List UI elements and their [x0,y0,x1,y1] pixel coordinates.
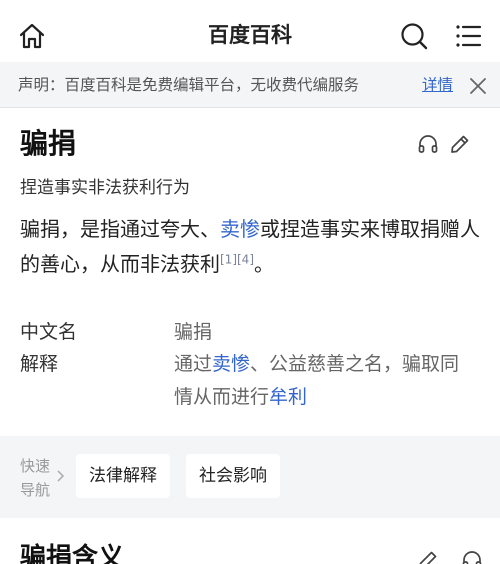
summary-text: 骗捐，是指通过夸大、 [20,217,220,241]
notice-text: 声明：百度百科是免费编辑平台，无收费代编服务 [18,76,360,94]
section-title: 骗捐含义 [20,543,125,564]
pencil-icon[interactable] [448,132,472,156]
quick-nav: 快速导航 法律解释 社会影响 [0,436,500,518]
lemma-title: 骗捐 [20,127,77,160]
info-link-maican[interactable]: 卖惨 [212,353,250,375]
info-link-mouli[interactable]: 牟利 [269,386,307,408]
reference-marker[interactable]: [1][4] [220,252,254,266]
close-icon[interactable] [466,74,490,98]
headphones-icon[interactable] [460,548,484,564]
info-key: 解释 [20,353,59,375]
quick-nav-item-legal[interactable]: 法律解释 [76,454,170,498]
info-value-text: 通过 [174,353,213,375]
summary-link-maican[interactable]: 卖惨 [220,217,260,241]
info-key: 中文名 [20,321,78,343]
info-row-explanation: 解释 通过卖惨、公益慈善之名，骗取同情从而进行牟利 [20,348,482,414]
headphones-icon[interactable] [416,132,440,156]
notice-detail-link[interactable]: 详情 [422,74,453,96]
page: 百度百科 声明：百度百科是免费编辑平台，无收费代编服务 详情 骗捐 捏造事实非法… [0,0,500,564]
notice-bar: 声明：百度百科是免费编辑平台，无收费代编服务 详情 [0,62,500,108]
lemma-summary: 骗捐，是指通过夸大、卖惨或捏造事实来博取捐赠人的善心，从而非法获利[1][4]。 [20,212,482,282]
quick-nav-label: 快速导航 [20,457,51,499]
menu-icon[interactable] [452,20,484,52]
search-icon[interactable] [398,20,430,52]
chevron-right-icon [56,468,66,484]
info-value: 骗捐 [174,321,213,343]
top-bar: 百度百科 [0,0,500,68]
lemma-subtitle: 捏造事实非法获利行为 [20,178,190,198]
info-value: 通过卖惨、公益慈善之名，骗取同情从而进行牟利 [174,348,474,414]
pencil-icon[interactable] [416,548,440,564]
summary-text: 。 [254,252,274,276]
quick-nav-item-social[interactable]: 社会影响 [186,454,280,498]
